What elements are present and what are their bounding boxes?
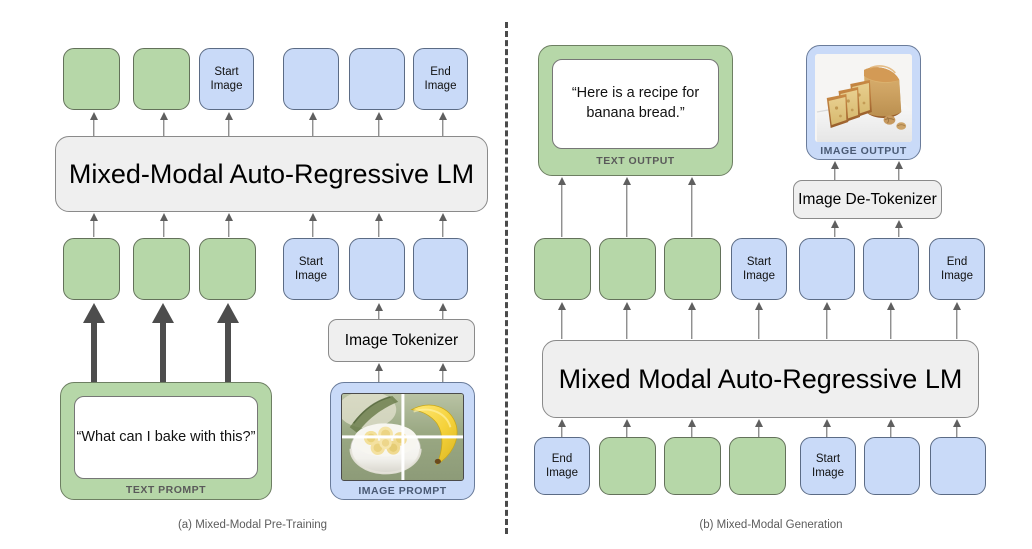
arrow-b-up-4 [818, 302, 836, 339]
token-b-in-5[interactable] [864, 437, 920, 495]
token-b-out-2[interactable] [664, 238, 721, 300]
arrow-a-up-4 [370, 112, 388, 136]
model-block-label: Mixed Modal Auto-Regressive LM [558, 363, 963, 394]
token-a-in-5[interactable] [413, 238, 468, 300]
arrow-b-detok-to-image-1 [890, 161, 908, 181]
arrow-a-up-5 [434, 112, 452, 136]
token-b-in-1[interactable] [599, 437, 656, 495]
image-tokenizer-label: Image Tokenizer [344, 331, 459, 349]
text-prompt-quote: “What can I bake with this?” [76, 428, 256, 445]
text-output-caption: TEXT OUTPUT [596, 155, 675, 167]
image-output-caption: IMAGE OUTPUT [820, 145, 907, 157]
text-output-quote: “Here is a recipe for banana bread.” [571, 85, 700, 121]
model-block-label: Mixed-Modal Auto-Regressive LM [68, 158, 475, 189]
arrow-b-up-2 [683, 302, 701, 339]
arrow-a-in-4 [370, 213, 388, 237]
token-label: Start Image [295, 255, 327, 282]
token-b-in-6[interactable] [930, 437, 986, 495]
token-b-out-3-start-image[interactable]: Start Image [731, 238, 787, 300]
token-label: End Image [424, 65, 457, 92]
arrow-b-up-0 [553, 302, 571, 339]
token-a-out-2-start-image[interactable]: Start Image [199, 48, 254, 110]
arrow-b-up-5 [882, 302, 900, 339]
arrow-a-up-0 [85, 112, 103, 136]
arrow-b-tokens-to-text-0 [553, 177, 571, 237]
arrow-a-in-1 [155, 213, 173, 237]
token-b-out-6-end-image[interactable]: End Image [929, 238, 985, 300]
patch-grid-horizontal [342, 435, 463, 439]
token-a-out-1[interactable] [133, 48, 190, 110]
figure-root: Start Image End Image Mixed-Modal Auto-R… [0, 0, 1032, 549]
arrow-b-tokens-to-detok-0 [826, 220, 844, 237]
text-output-content: “Here is a recipe for banana bread.” [552, 59, 719, 149]
image-output-photo [815, 54, 912, 142]
arrow-a-in-3 [304, 213, 322, 237]
token-a-out-5-end-image[interactable]: End Image [413, 48, 468, 110]
arrow-a-textprompt-1 [150, 303, 176, 383]
image-detokenizer-block[interactable]: Image De-Tokenizer [793, 180, 942, 219]
panel-b-caption: (b) Mixed-Modal Generation [699, 519, 843, 531]
arrow-b-tokens-to-detok-1 [890, 220, 908, 237]
token-a-in-0[interactable] [63, 238, 120, 300]
text-prompt-box[interactable]: “What can I bake with this?” TEXT PROMPT [60, 382, 272, 500]
token-a-in-2[interactable] [199, 238, 256, 300]
image-prompt-photo [341, 393, 464, 481]
arrow-a-in-5 [434, 213, 452, 237]
token-label: End Image [941, 255, 973, 282]
token-a-in-1[interactable] [133, 238, 190, 300]
arrow-a-textprompt-0 [81, 303, 107, 383]
token-b-out-0[interactable] [534, 238, 591, 300]
arrow-b-up-6 [948, 302, 966, 339]
image-prompt-box[interactable]: IMAGE PROMPT [330, 382, 475, 500]
text-prompt-caption: TEXT PROMPT [125, 484, 207, 496]
arrow-b-tokens-to-text-1 [618, 177, 636, 237]
text-prompt-content: “What can I bake with this?” [74, 396, 258, 479]
token-a-in-4[interactable] [349, 238, 405, 300]
arrow-b-up-1 [618, 302, 636, 339]
model-block-panel-a[interactable]: Mixed-Modal Auto-Regressive LM [55, 136, 488, 212]
arrow-b-detok-to-image-0 [826, 161, 844, 181]
token-b-in-2[interactable] [664, 437, 721, 495]
token-a-out-4[interactable] [349, 48, 405, 110]
token-b-out-4[interactable] [799, 238, 855, 300]
arrow-a-in-0 [85, 213, 103, 237]
panel-a-caption: (a) Mixed-Modal Pre-Training [177, 519, 328, 531]
arrow-a-up-1 [155, 112, 173, 136]
text-output-box[interactable]: “Here is a recipe for banana bread.” TEX… [538, 45, 733, 176]
arrow-b-up-3 [750, 302, 768, 339]
image-tokenizer-block[interactable]: Image Tokenizer [328, 319, 475, 362]
token-b-in-0-end-image[interactable]: End Image [534, 437, 590, 495]
arrow-a-textprompt-2 [215, 303, 241, 383]
panel-divider [505, 22, 508, 534]
token-b-out-1[interactable] [599, 238, 656, 300]
image-prompt-caption: IMAGE PROMPT [358, 485, 447, 497]
image-detokenizer-label: Image De-Tokenizer [798, 190, 937, 208]
token-label: Start Image [812, 452, 844, 479]
token-b-out-5[interactable] [863, 238, 919, 300]
token-b-in-3[interactable] [729, 437, 786, 495]
token-a-out-0[interactable] [63, 48, 120, 110]
model-block-panel-b[interactable]: Mixed Modal Auto-Regressive LM [542, 340, 979, 418]
token-label: Start Image [210, 65, 243, 92]
token-b-in-4-start-image[interactable]: Start Image [800, 437, 856, 495]
arrow-a-in-2 [220, 213, 238, 237]
token-label: Start Image [743, 255, 775, 282]
arrow-b-tokens-to-text-2 [683, 177, 701, 237]
token-label: End Image [546, 452, 578, 479]
arrow-a-up-3 [304, 112, 322, 136]
arrow-a-up-2 [220, 112, 238, 136]
token-a-in-3-start-image[interactable]: Start Image [283, 238, 339, 300]
image-output-box[interactable]: IMAGE OUTPUT [806, 45, 921, 160]
token-a-out-3[interactable] [283, 48, 339, 110]
